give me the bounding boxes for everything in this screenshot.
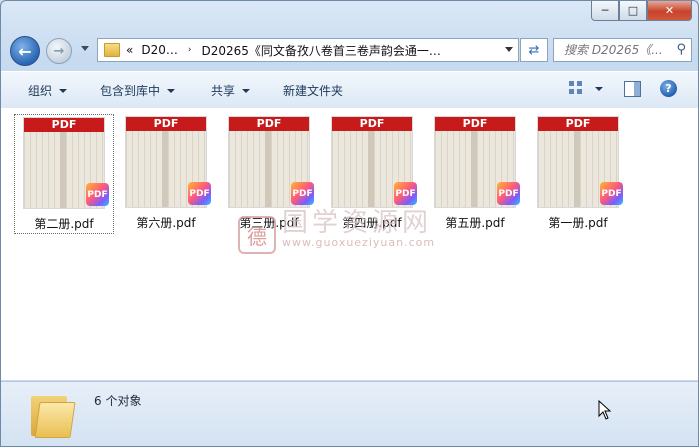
maximize-icon: □ — [627, 4, 639, 17]
watermark-url: www.guoxueziyuan.com — [282, 236, 436, 249]
forward-arrow-icon: → — [53, 43, 65, 59]
pdf-banner: PDF — [126, 117, 206, 131]
back-button[interactable]: ← — [10, 36, 40, 66]
title-bar: ─ □ ✕ — [1, 1, 698, 31]
breadcrumb-separator[interactable]: › — [188, 45, 192, 55]
breadcrumb-item-parent[interactable]: D20… — [141, 43, 178, 57]
pdf-banner: PDF — [435, 117, 515, 131]
search-box[interactable]: ⚲ — [553, 38, 692, 62]
site-watermark: 德 国学资源网 www.guoxueziyuan.com — [238, 202, 458, 254]
pdf-banner: PDF — [332, 117, 412, 131]
new-folder-button[interactable]: 新建文件夹 — [283, 82, 343, 99]
chevron-down-icon — [167, 88, 176, 93]
navigation-row: ← → « D20… › D20265《同文备孜八卷首三卷声韵会通一… ⇄ ⚲ — [1, 33, 698, 67]
address-dropdown-icon[interactable] — [505, 47, 513, 52]
file-item[interactable]: PDF PDF 第六册.pdf — [117, 114, 215, 232]
close-icon: ✕ — [664, 4, 675, 17]
share-label: 共享 — [211, 84, 236, 98]
file-name: 第一册.pdf — [548, 216, 608, 230]
pdf-banner: PDF — [24, 118, 104, 132]
close-button[interactable]: ✕ — [647, 1, 692, 21]
details-pane: 6 个对象 — [1, 381, 698, 446]
file-name: 第二册.pdf — [34, 217, 94, 231]
minimize-button[interactable]: ─ — [591, 1, 619, 21]
file-list-area[interactable]: PDF PDF 第二册.pdf PDF PDF 第六册.pdf PDF PDF … — [1, 108, 698, 380]
recent-pages-dropdown[interactable] — [81, 46, 89, 51]
help-button[interactable]: ? — [660, 80, 677, 97]
chevron-down-icon — [242, 88, 251, 93]
pdf-app-icon: PDF — [600, 182, 623, 205]
search-input[interactable] — [562, 42, 676, 58]
mouse-cursor-icon — [598, 400, 612, 420]
maximize-button[interactable]: □ — [619, 1, 647, 21]
watermark-title: 国学资源网 — [282, 208, 433, 238]
file-name: 第六册.pdf — [136, 216, 196, 230]
organize-menu[interactable]: 组织 — [28, 82, 68, 99]
new-folder-label: 新建文件夹 — [283, 84, 344, 98]
folder-icon — [31, 392, 76, 438]
refresh-icon: ⇄ — [528, 42, 540, 58]
search-icon[interactable]: ⚲ — [676, 42, 686, 57]
pdf-banner: PDF — [538, 117, 618, 131]
help-icon: ? — [665, 82, 672, 95]
include-in-library-menu[interactable]: 包含到库中 — [100, 82, 176, 99]
forward-button[interactable]: → — [46, 38, 72, 64]
file-item[interactable]: PDF PDF 第二册.pdf — [14, 114, 114, 234]
pdf-banner: PDF — [229, 117, 309, 131]
chevron-down-icon — [59, 88, 68, 93]
minimize-icon: ─ — [601, 4, 609, 17]
window-controls: ─ □ ✕ — [591, 1, 692, 21]
address-bar[interactable]: « D20… › D20265《同文备孜八卷首三卷声韵会通一… — [97, 38, 519, 62]
preview-pane-icon[interactable] — [624, 81, 641, 97]
pdf-app-icon: PDF — [188, 182, 211, 205]
change-view-icon[interactable] — [569, 81, 583, 95]
file-item[interactable]: PDF PDF 第一册.pdf — [529, 114, 627, 232]
pdf-app-icon: PDF — [497, 182, 520, 205]
explorer-window: ─ □ ✕ ← → « D20… › D20265《同文备孜八卷首三卷声韵会通一… — [0, 0, 699, 447]
pdf-app-icon: PDF — [86, 183, 109, 206]
command-bar: 组织 包含到库中 共享 新建文件夹 ? — [1, 71, 698, 109]
folder-icon — [104, 43, 120, 57]
back-arrow-icon: ← — [18, 41, 32, 61]
breadcrumb-overflow[interactable]: « — [126, 43, 133, 57]
watermark-seal: 德 — [238, 216, 276, 254]
share-menu[interactable]: 共享 — [211, 82, 251, 99]
refresh-button[interactable]: ⇄ — [520, 38, 548, 62]
organize-label: 组织 — [28, 84, 53, 98]
breadcrumb-item-current[interactable]: D20265《同文备孜八卷首三卷声韵会通一… — [201, 42, 440, 59]
view-options-dropdown[interactable] — [595, 87, 603, 91]
item-count: 6 个对象 — [94, 394, 142, 408]
include-in-library-label: 包含到库中 — [100, 84, 161, 98]
